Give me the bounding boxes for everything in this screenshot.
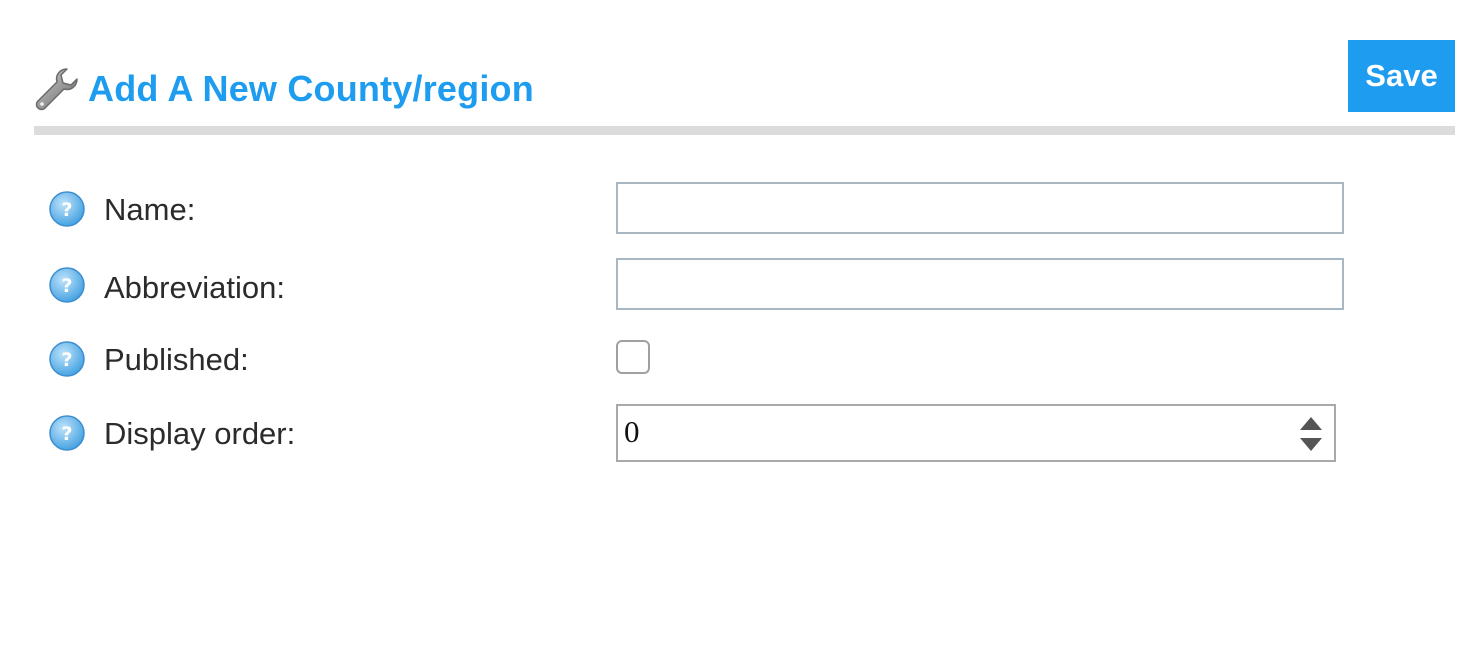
spinner-arrows-icon[interactable] bbox=[1298, 414, 1324, 454]
title-group: Add A New County/region bbox=[34, 66, 534, 112]
svg-text:?: ? bbox=[61, 349, 72, 371]
name-input[interactable] bbox=[616, 182, 1344, 234]
help-icon[interactable]: ? bbox=[48, 190, 86, 228]
help-icon[interactable]: ? bbox=[48, 266, 86, 304]
svg-text:?: ? bbox=[61, 199, 72, 221]
help-icon[interactable]: ? bbox=[48, 340, 86, 378]
form-row-abbreviation: ? Abbreviation: bbox=[48, 258, 1344, 312]
abbreviation-input[interactable] bbox=[616, 258, 1344, 310]
form-row-published: ? Published: bbox=[48, 338, 1338, 380]
form-row-name: ? Name: bbox=[48, 182, 1344, 236]
abbreviation-label: Abbreviation: bbox=[104, 270, 285, 305]
display-order-value: 0 bbox=[624, 414, 640, 449]
display-order-label: Display order: bbox=[104, 416, 296, 451]
save-button[interactable]: Save bbox=[1348, 40, 1455, 112]
published-label: Published: bbox=[104, 342, 249, 377]
help-icon[interactable]: ? bbox=[48, 414, 86, 452]
svg-text:?: ? bbox=[61, 275, 72, 297]
name-label: Name: bbox=[104, 192, 196, 227]
wrench-icon bbox=[34, 66, 80, 112]
display-order-input[interactable]: 0 bbox=[616, 404, 1336, 462]
page-title: Add A New County/region bbox=[88, 68, 534, 109]
svg-text:?: ? bbox=[61, 423, 72, 445]
header-divider bbox=[34, 126, 1455, 135]
form-row-display-order: ? Display order: 0 bbox=[48, 404, 1338, 462]
page-header: Add A New County/region Save bbox=[34, 40, 1455, 136]
published-checkbox[interactable] bbox=[616, 340, 650, 374]
